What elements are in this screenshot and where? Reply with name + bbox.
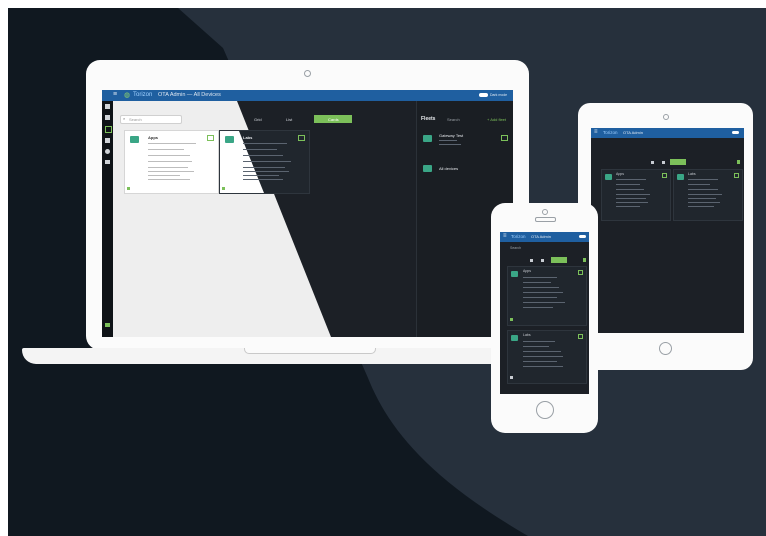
- app-card-apps[interactable]: Apps: [124, 130, 219, 194]
- page-title: OTA Admin: [531, 234, 551, 239]
- card-title: Apps: [616, 172, 624, 176]
- page-title: OTA Admin — All Devices: [158, 92, 221, 98]
- search-placeholder: Search: [129, 117, 142, 122]
- phone-app-header: ≡ Torizon OTA Admin: [500, 232, 589, 242]
- search-input[interactable]: ⌕ Search: [120, 115, 182, 124]
- settings-icon[interactable]: [105, 149, 110, 154]
- select-checkbox[interactable]: [207, 135, 214, 141]
- laptop-screen: ≡ ◍ Torizon OTA Admin — All Devices Dark…: [102, 90, 513, 337]
- select-checkbox[interactable]: [734, 173, 739, 178]
- phone-home-button[interactable]: [536, 401, 554, 419]
- app-icon: [511, 271, 518, 277]
- select-checkbox[interactable]: [298, 135, 305, 141]
- card-title: Apps: [523, 269, 531, 273]
- view-tab-grid[interactable]: [651, 161, 654, 164]
- menu-icon[interactable]: ≡: [113, 91, 117, 98]
- card-title: Apps: [148, 135, 158, 140]
- brand-name: Torizon: [511, 234, 526, 239]
- menu-icon[interactable]: ≡: [503, 233, 507, 239]
- view-tab-grid[interactable]: Grid: [250, 115, 272, 123]
- fleet-item-gateway-test[interactable]: Gateway Test: [439, 133, 463, 138]
- laptop-app-header: ≡ ◍ Torizon OTA Admin — All Devices Dark…: [102, 90, 513, 101]
- torizon-logo-icon: ◍: [124, 92, 131, 99]
- fleet-item-all-devices[interactable]: All devices: [439, 166, 458, 171]
- view-tab-list[interactable]: [662, 161, 665, 164]
- app-card-apps[interactable]: Apps: [601, 169, 671, 221]
- view-tab-cards[interactable]: Cards: [314, 115, 352, 123]
- select-checkbox[interactable]: [662, 173, 667, 178]
- search-input[interactable]: Search: [510, 246, 521, 250]
- page-title: OTA Admin: [623, 130, 643, 135]
- select-checkbox[interactable]: [578, 270, 583, 275]
- view-tab-cards[interactable]: [670, 159, 686, 165]
- view-tab-list[interactable]: List: [280, 115, 308, 123]
- app-card-labs[interactable]: Labs: [673, 169, 743, 221]
- add-fleet-button[interactable]: + Add fleet: [487, 117, 506, 122]
- fleets-search-input[interactable]: Search: [447, 117, 460, 122]
- menu-icon[interactable]: ≡: [594, 129, 598, 135]
- card-corner-icon: [222, 187, 225, 190]
- tablet-app-header: ≡ Torizon OTA Admin: [591, 128, 744, 138]
- docs-icon[interactable]: [105, 160, 110, 164]
- fleets-title: Fleets: [421, 116, 436, 122]
- search-icon: ⌕: [123, 116, 126, 121]
- app-icon: [677, 174, 684, 180]
- dark-mode-toggle[interactable]: [479, 93, 488, 97]
- laptop-camera: [304, 70, 311, 77]
- devices-icon[interactable]: [105, 115, 110, 120]
- tablet-screen: ≡ Torizon OTA Admin Apps Labs: [591, 128, 744, 333]
- home-icon[interactable]: [105, 104, 110, 109]
- tablet-home-button[interactable]: [659, 342, 672, 355]
- dark-mode-toggle[interactable]: [732, 131, 739, 134]
- card-title: Labs: [243, 135, 253, 140]
- marketing-stage: ≡ ◍ Torizon OTA Admin — All Devices Dark…: [8, 8, 766, 536]
- card-title: Labs: [523, 333, 531, 337]
- brand-name: Torizon: [133, 92, 153, 98]
- card-corner-icon: [510, 318, 513, 321]
- phone-camera: [542, 209, 548, 215]
- card-title: Labs: [688, 172, 696, 176]
- app-icon: [225, 136, 234, 143]
- brand-name: Torizon: [603, 130, 618, 135]
- app-icon: [605, 174, 612, 180]
- app-icon: [511, 335, 518, 341]
- app-card-labs[interactable]: Labs: [507, 330, 587, 384]
- tablet-camera: [663, 114, 669, 120]
- app-card-apps[interactable]: Apps: [507, 266, 587, 326]
- filter-icon[interactable]: [583, 258, 586, 262]
- dark-mode-toggle[interactable]: [579, 235, 586, 238]
- fleet-checkbox[interactable]: [501, 135, 508, 141]
- fleet-icon: [423, 165, 432, 172]
- select-checkbox[interactable]: [578, 334, 583, 339]
- dark-mode-label: Dark mode: [490, 93, 508, 97]
- card-corner-icon: [127, 187, 130, 190]
- view-tab-list[interactable]: [541, 259, 544, 262]
- side-rail: [102, 101, 113, 337]
- card-corner-icon: [510, 376, 513, 379]
- phone-speaker: [535, 217, 556, 222]
- app-card-labs[interactable]: Labs: [219, 130, 310, 194]
- view-tab-grid[interactable]: [530, 259, 533, 262]
- fleet-icon: [423, 135, 432, 142]
- app-icon: [130, 136, 139, 143]
- collapse-icon[interactable]: [105, 323, 110, 327]
- laptop-trackpad-notch: [244, 348, 376, 354]
- packages-icon[interactable]: [105, 126, 112, 133]
- view-tab-cards[interactable]: [551, 257, 567, 263]
- phone-screen: ≡ Torizon OTA Admin Search Apps Labs: [500, 232, 589, 394]
- filter-icon[interactable]: [737, 160, 740, 164]
- updates-icon[interactable]: [105, 138, 110, 143]
